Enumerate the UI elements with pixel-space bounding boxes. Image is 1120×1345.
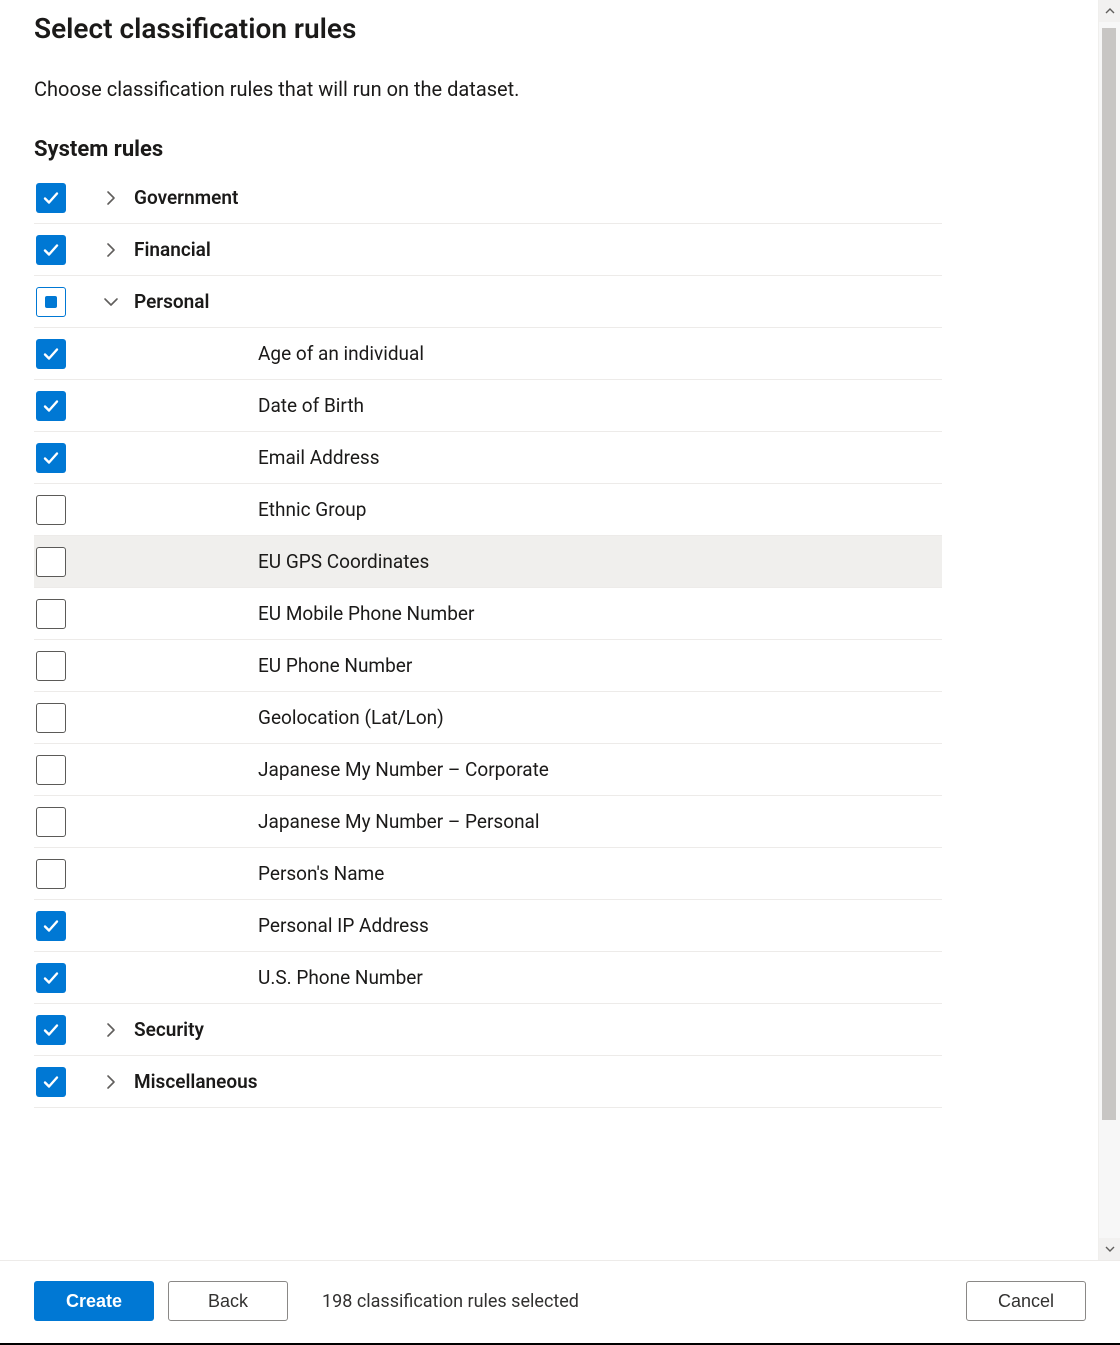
selection-status: 198 classification rules selected	[322, 1291, 579, 1312]
group-checkbox-government[interactable]	[36, 183, 66, 213]
rule-label: Age of an individual	[134, 342, 942, 365]
group-label: Government	[134, 186, 942, 209]
rule-label: EU Mobile Phone Number	[134, 602, 942, 625]
rule-label: Ethnic Group	[134, 498, 942, 521]
chevron-right-icon[interactable]	[103, 190, 119, 206]
rule-row-person-name[interactable]: Person's Name	[34, 848, 942, 900]
rule-row-jp-pers[interactable]: Japanese My Number – Personal	[34, 796, 942, 848]
rule-checkbox-jp-corp[interactable]	[36, 755, 66, 785]
rule-label: EU Phone Number	[134, 654, 942, 677]
rule-checkbox-person-name[interactable]	[36, 859, 66, 889]
group-checkbox-security[interactable]	[36, 1015, 66, 1045]
rule-row-email[interactable]: Email Address	[34, 432, 942, 484]
footer-bar: Create Back 198 classification rules sel…	[0, 1260, 1120, 1343]
rule-label: Geolocation (Lat/Lon)	[134, 706, 942, 729]
vertical-scrollbar[interactable]	[1098, 0, 1120, 1260]
page-root: Select classification rules Choose class…	[0, 0, 1120, 1345]
page-subtitle: Choose classification rules that will ru…	[34, 77, 944, 101]
rule-label: U.S. Phone Number	[134, 966, 942, 989]
group-checkbox-personal[interactable]	[36, 287, 66, 317]
rule-label: Date of Birth	[134, 394, 942, 417]
rule-checkbox-geo[interactable]	[36, 703, 66, 733]
rule-checkbox-us-phone[interactable]	[36, 963, 66, 993]
rule-row-dob[interactable]: Date of Birth	[34, 380, 942, 432]
rule-row-geo[interactable]: Geolocation (Lat/Lon)	[34, 692, 942, 744]
rule-checkbox-eu-gps[interactable]	[36, 547, 66, 577]
chevron-right-icon[interactable]	[103, 1022, 119, 1038]
rule-row-eu-mobile[interactable]: EU Mobile Phone Number	[34, 588, 942, 640]
group-row-security[interactable]: Security	[34, 1004, 942, 1056]
scroll-up-button[interactable]	[1099, 0, 1120, 22]
chevron-right-icon[interactable]	[103, 242, 119, 258]
rule-label: Personal IP Address	[134, 914, 942, 937]
rule-row-eu-phone[interactable]: EU Phone Number	[34, 640, 942, 692]
cancel-button[interactable]: Cancel	[966, 1281, 1086, 1321]
group-row-government[interactable]: Government	[34, 172, 942, 224]
rule-label: Japanese My Number – Corporate	[134, 758, 942, 781]
group-label: Miscellaneous	[134, 1070, 942, 1093]
group-label: Security	[134, 1018, 942, 1041]
chevron-down-icon[interactable]	[103, 294, 119, 310]
rule-checkbox-ip[interactable]	[36, 911, 66, 941]
rule-checkbox-jp-pers[interactable]	[36, 807, 66, 837]
section-title-system-rules: System rules	[34, 137, 944, 162]
group-row-miscellaneous[interactable]: Miscellaneous	[34, 1056, 942, 1108]
rule-checkbox-dob[interactable]	[36, 391, 66, 421]
group-label: Financial	[134, 238, 942, 261]
rules-list: Government Financial Personal Age of an ind…	[34, 172, 942, 1108]
rule-checkbox-eu-phone[interactable]	[36, 651, 66, 681]
rule-row-eu-gps[interactable]: EU GPS Coordinates	[34, 536, 942, 588]
page-title: Select classification rules	[34, 12, 944, 45]
rule-label: Email Address	[134, 446, 942, 469]
rule-row-us-phone[interactable]: U.S. Phone Number	[34, 952, 942, 1004]
rule-checkbox-eu-mobile[interactable]	[36, 599, 66, 629]
group-row-financial[interactable]: Financial	[34, 224, 942, 276]
group-label: Personal	[134, 290, 942, 313]
content: Select classification rules Choose class…	[0, 12, 980, 1108]
rule-row-jp-corp[interactable]: Japanese My Number – Corporate	[34, 744, 942, 796]
rule-checkbox-ethnic[interactable]	[36, 495, 66, 525]
rule-row-ip[interactable]: Personal IP Address	[34, 900, 942, 952]
group-checkbox-financial[interactable]	[36, 235, 66, 265]
group-row-personal[interactable]: Personal	[34, 276, 942, 328]
group-checkbox-miscellaneous[interactable]	[36, 1067, 66, 1097]
scrollbar-thumb[interactable]	[1102, 28, 1116, 1120]
rule-label: Japanese My Number – Personal	[134, 810, 942, 833]
scroll-area: Select classification rules Choose class…	[0, 0, 1120, 1260]
rule-checkbox-email[interactable]	[36, 443, 66, 473]
rule-label: Person's Name	[134, 862, 942, 885]
rule-checkbox-age[interactable]	[36, 339, 66, 369]
back-button[interactable]: Back	[168, 1281, 288, 1321]
rule-row-ethnic[interactable]: Ethnic Group	[34, 484, 942, 536]
chevron-right-icon[interactable]	[103, 1074, 119, 1090]
scroll-down-button[interactable]	[1099, 1238, 1120, 1260]
rule-row-age[interactable]: Age of an individual	[34, 328, 942, 380]
create-button[interactable]: Create	[34, 1281, 154, 1321]
rule-label: EU GPS Coordinates	[134, 550, 942, 573]
